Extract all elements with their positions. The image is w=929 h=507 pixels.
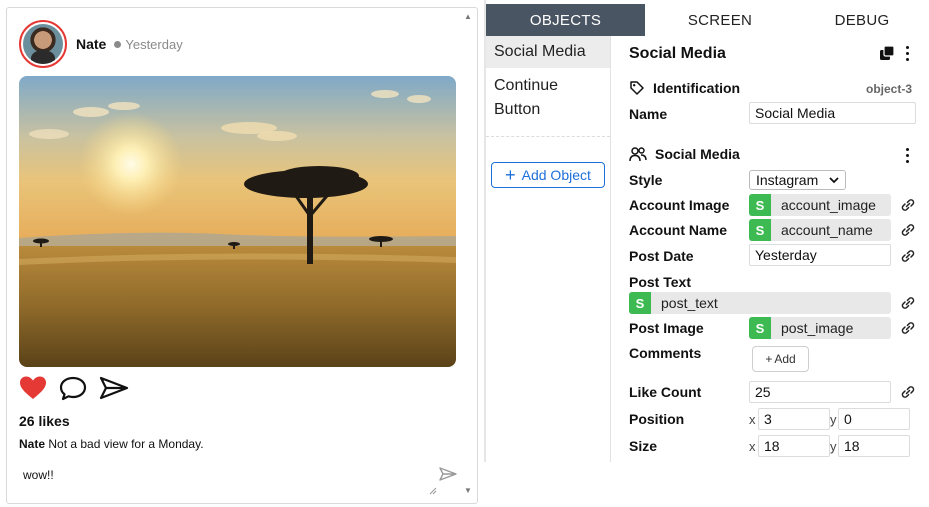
post-date-field[interactable]: Yesterday	[749, 244, 891, 266]
post-text-binding-text: post_text	[661, 295, 718, 311]
account-avatar	[19, 20, 67, 68]
name-field[interactable]: Social Media	[749, 102, 916, 124]
account-name-label: Account Name	[629, 222, 728, 238]
tab-debug[interactable]: DEBUG	[795, 4, 929, 36]
object-list: Social Media Continue Button + Add Objec…	[486, 36, 611, 462]
duplicate-icon[interactable]	[879, 45, 895, 61]
position-x-field[interactable]: 3	[758, 408, 830, 430]
object-item-continue-button[interactable]: Continue Button	[486, 68, 596, 128]
social-media-preview: Nate Yesterday 26 likes Nate Not a bad v…	[6, 7, 478, 504]
link-icon[interactable]	[900, 248, 916, 264]
link-icon[interactable]	[900, 197, 916, 213]
style-select-value: Instagram	[756, 172, 819, 188]
post-image	[19, 76, 456, 367]
post-text-label: Post Text	[629, 274, 691, 290]
chevron-down-icon	[829, 177, 839, 184]
comment-icon[interactable]	[59, 375, 87, 406]
account-image-binding-text: account_image	[781, 197, 876, 213]
link-icon[interactable]	[900, 320, 916, 336]
section-options-icon[interactable]	[905, 148, 911, 166]
style-label: Style	[629, 172, 663, 188]
position-x-label: x	[749, 412, 756, 427]
binding-badge: S	[749, 194, 771, 216]
post-date-label: Post Date	[629, 248, 694, 264]
size-y-label: y	[830, 439, 837, 454]
position-y-field[interactable]: 0	[838, 408, 910, 430]
object-id: object-3	[866, 82, 913, 96]
plus-icon: +	[505, 165, 516, 185]
caption-text: Not a bad view for a Monday.	[48, 437, 204, 451]
binding-badge: S	[629, 292, 651, 314]
post-image-label: Post Image	[629, 320, 704, 336]
scroll-down-arrow-icon[interactable]: ▼	[463, 486, 473, 496]
like-count: 26 likes	[19, 413, 70, 429]
object-item-social-media[interactable]: Social Media	[486, 36, 610, 68]
tab-screen[interactable]: SCREEN	[645, 4, 795, 36]
add-object-label: Add Object	[521, 167, 591, 183]
like-count-label: Like Count	[629, 384, 702, 400]
account-image-binding[interactable]: S account_image	[749, 194, 891, 216]
properties-title: Social Media	[629, 45, 726, 62]
identification-section: Identification	[629, 80, 740, 96]
post-date: Yesterday	[125, 36, 183, 52]
name-label: Name	[629, 106, 668, 122]
caption-user: Nate	[19, 437, 46, 451]
social-media-section: Social Media	[629, 146, 740, 162]
style-select[interactable]: Instagram	[749, 170, 846, 190]
resize-grip-icon[interactable]	[427, 482, 437, 495]
account-name-binding[interactable]: S account_name	[749, 219, 891, 241]
date-dot	[114, 40, 122, 48]
size-x-field[interactable]: 18	[758, 435, 830, 457]
share-icon[interactable]	[99, 375, 129, 406]
link-icon[interactable]	[900, 384, 916, 400]
comment-input[interactable]: wow!!	[23, 468, 54, 482]
send-comment-icon[interactable]	[439, 466, 457, 482]
size-y-field[interactable]: 18	[838, 435, 910, 457]
tab-objects[interactable]: OBJECTS	[486, 4, 645, 36]
comments-label: Comments	[629, 345, 702, 361]
link-icon[interactable]	[900, 222, 916, 238]
scroll-up-arrow-icon[interactable]: ▲	[463, 12, 473, 22]
link-icon[interactable]	[900, 295, 916, 311]
post-actions	[19, 376, 129, 404]
post-text-binding[interactable]: S post_text	[629, 292, 891, 314]
social-media-section-label: Social Media	[655, 146, 740, 162]
size-x-label: x	[749, 439, 756, 454]
size-label: Size	[629, 438, 658, 454]
account-name-binding-text: account_name	[781, 222, 873, 238]
position-label: Position	[629, 411, 685, 427]
more-options-icon[interactable]	[905, 46, 911, 64]
add-object-button[interactable]: + Add Object	[491, 162, 605, 188]
plus-icon: +	[765, 352, 773, 366]
binding-badge: S	[749, 317, 771, 339]
post-caption: Nate Not a bad view for a Monday.	[19, 437, 204, 451]
account-image-label: Account Image	[629, 197, 730, 213]
post-header: Nate Yesterday	[19, 20, 183, 68]
tag-icon	[630, 81, 644, 95]
heart-icon[interactable]	[19, 375, 47, 406]
post-image-binding[interactable]: S post_image	[749, 317, 891, 339]
editor-tabs: OBJECTS SCREEN DEBUG	[486, 4, 929, 36]
like-count-field[interactable]: 25	[749, 381, 891, 403]
add-comment-button[interactable]: + Add	[752, 346, 809, 372]
post-image-binding-text: post_image	[781, 320, 854, 336]
properties-panel: Social Media Identification object-3 Nam…	[621, 36, 921, 462]
add-comment-label: Add	[774, 352, 796, 366]
users-icon	[629, 147, 647, 162]
position-y-label: y	[830, 412, 837, 427]
object-list-separator	[486, 136, 610, 137]
binding-badge: S	[749, 219, 771, 241]
account-name: Nate	[76, 36, 107, 52]
identification-label: Identification	[653, 80, 741, 96]
